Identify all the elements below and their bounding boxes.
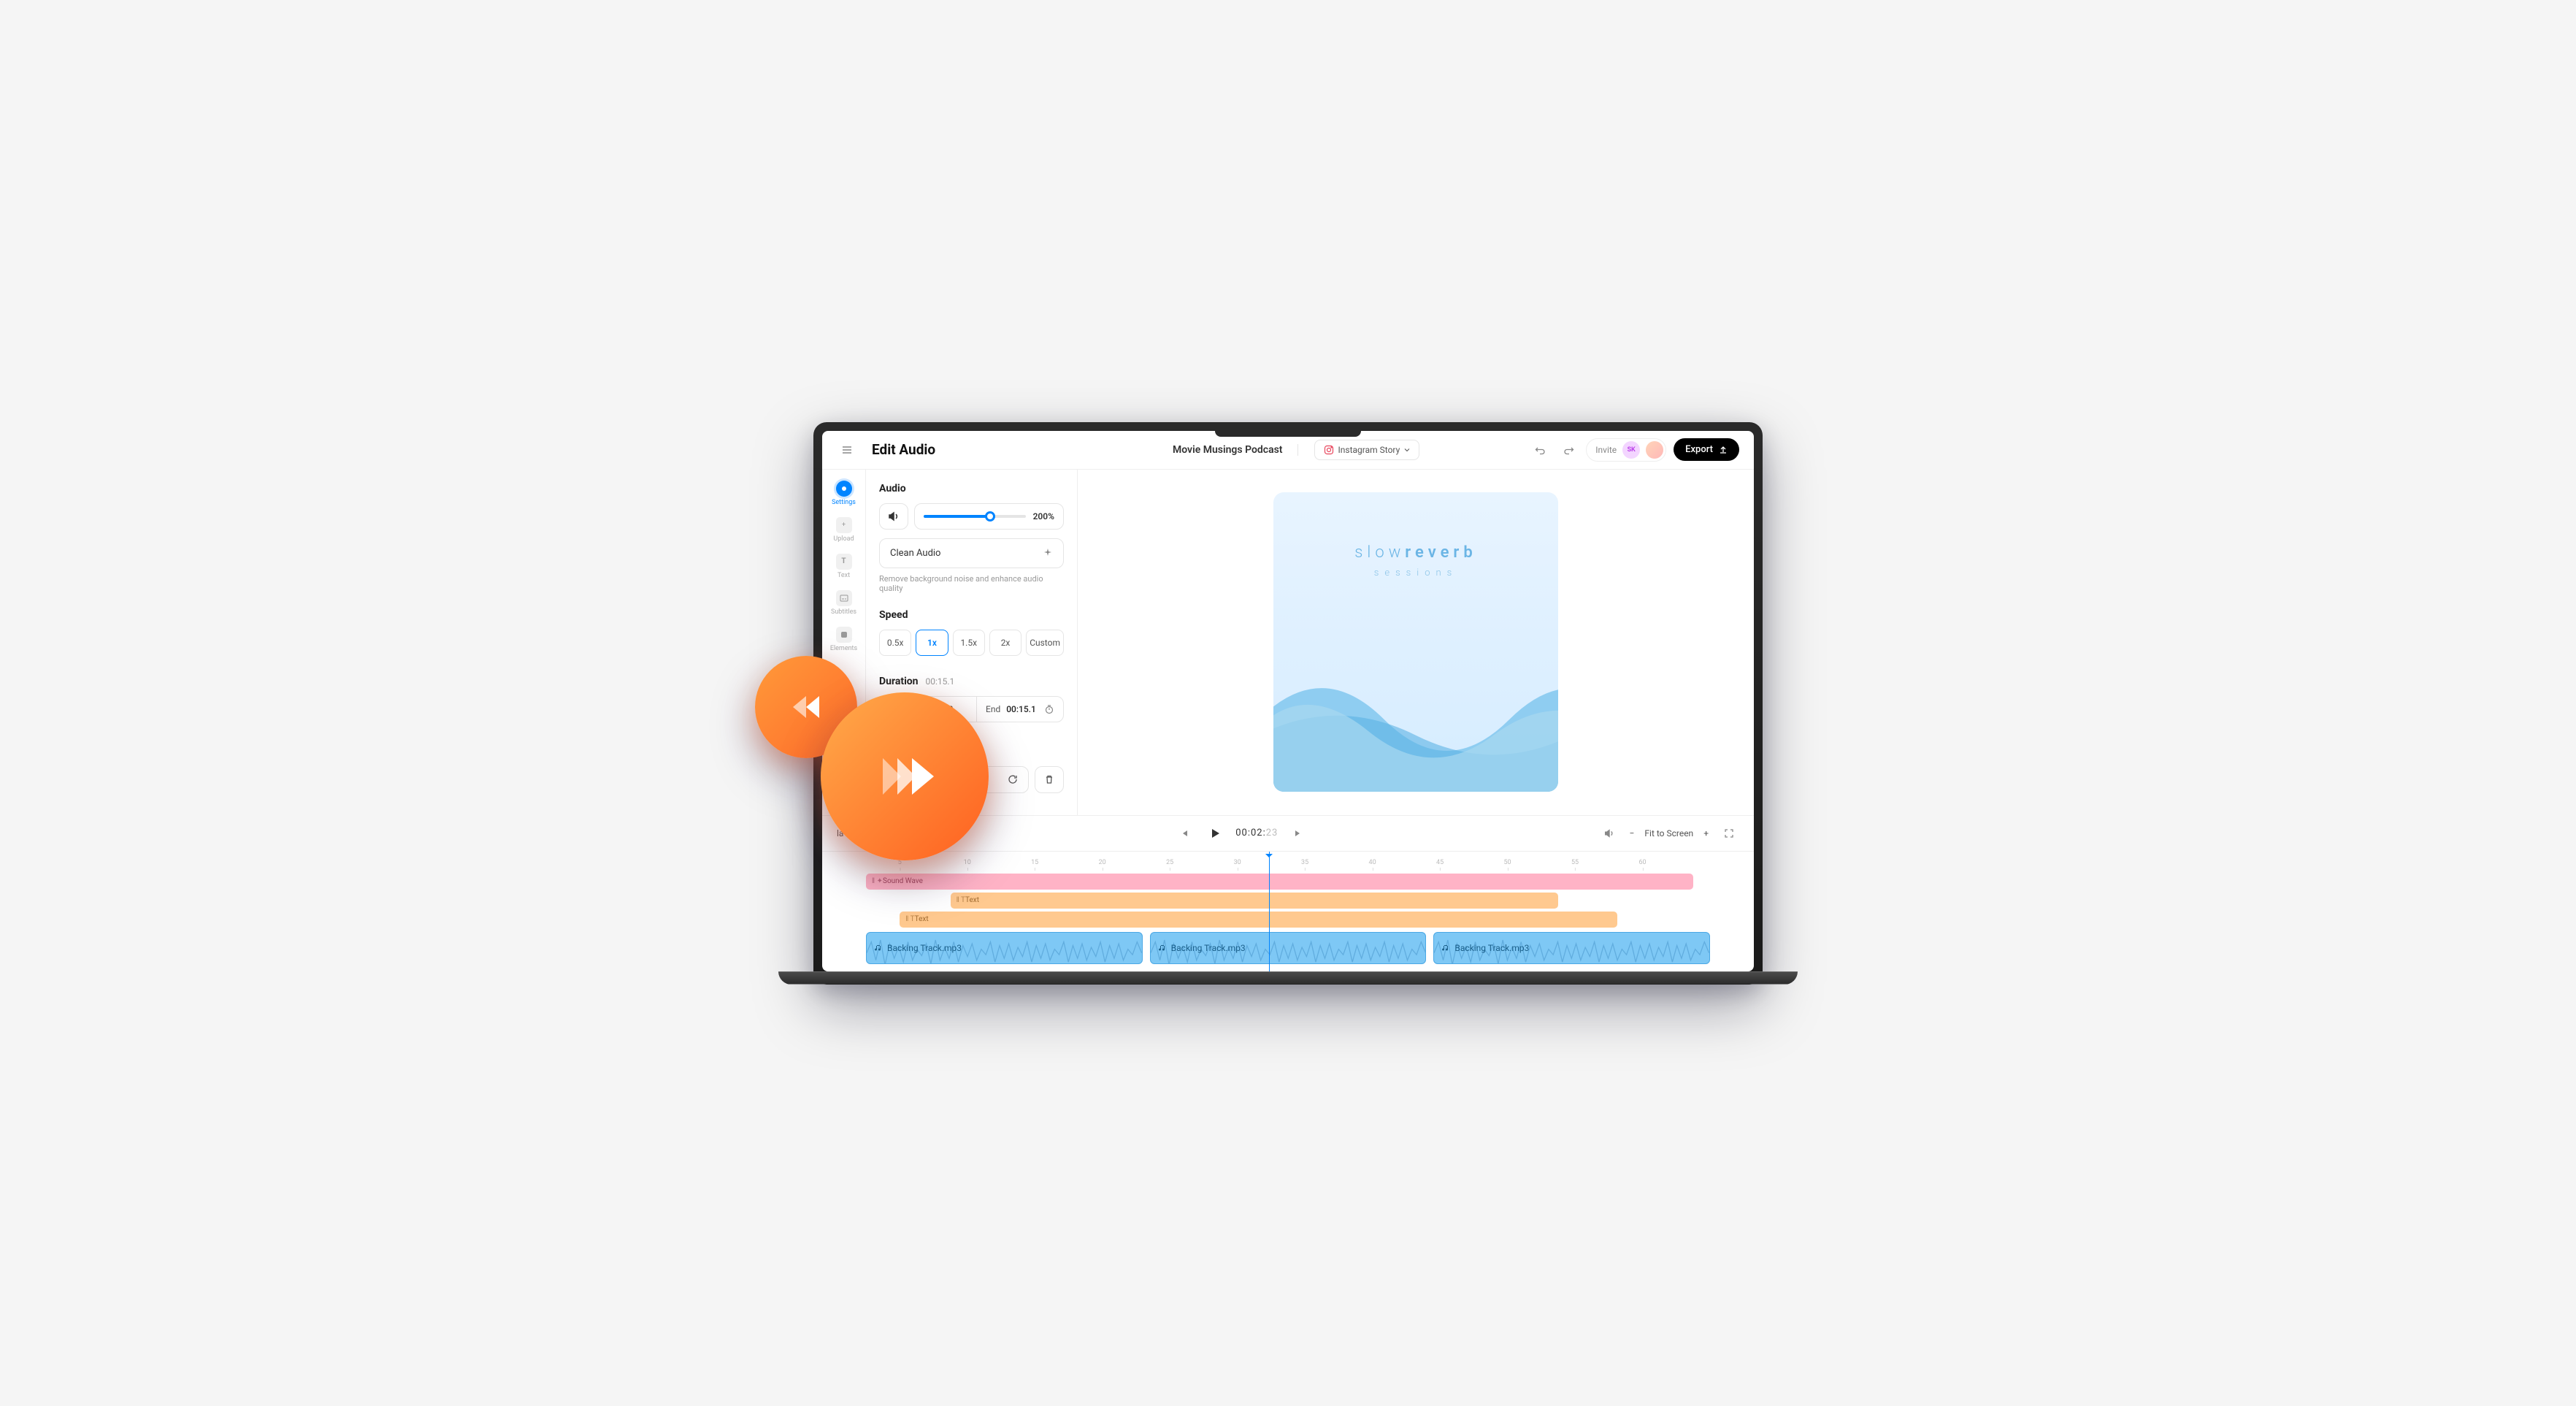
stopwatch-icon — [1044, 704, 1054, 714]
audio-track-3[interactable]: Backing Track.mp3 — [1433, 932, 1710, 964]
track-label: Text — [915, 915, 929, 923]
format-selector[interactable]: Instagram Story — [1314, 440, 1420, 460]
plus-icon: + — [836, 517, 852, 533]
audio-track-label: Backing Track.mp3 — [1454, 943, 1529, 953]
skip-back-button[interactable] — [1174, 823, 1195, 844]
audio-track-2[interactable]: Backing Track.mp3 — [1150, 932, 1427, 964]
speed-options: 0.5x 1x 1.5x 2x Custom — [879, 630, 1064, 656]
playhead[interactable] — [1269, 852, 1270, 971]
rail-upload[interactable]: + Upload — [827, 513, 862, 546]
avatar-initial: SK — [1622, 441, 1640, 459]
speed-section-label: Speed — [879, 609, 1064, 621]
clean-audio-label: Clean Audio — [890, 548, 940, 559]
rail-label: Settings — [832, 499, 856, 506]
project-name[interactable]: Movie Musings Podcast — [1173, 444, 1298, 456]
canvas-area[interactable]: slowreverb sessions — [1078, 470, 1754, 815]
wave-graphic — [1273, 578, 1558, 792]
delete-button[interactable] — [1035, 766, 1064, 793]
speaker-icon — [887, 510, 900, 523]
end-value: 00:15.1 — [1006, 704, 1036, 714]
audio-track-label: Backing Track.mp3 — [887, 943, 962, 953]
preview-canvas[interactable]: slowreverb sessions — [1273, 492, 1558, 792]
music-note-icon — [1441, 944, 1450, 952]
chevron-down-icon — [1404, 447, 1410, 453]
fit-label[interactable]: Fit to Screen — [1644, 828, 1693, 838]
instagram-icon — [1324, 445, 1334, 455]
slider-track[interactable] — [924, 515, 1026, 518]
audio-section-label: Audio — [879, 483, 1064, 494]
audio-track-1[interactable]: Backing Track.mp3 — [866, 932, 1143, 964]
clean-audio-desc: Remove background noise and enhance audi… — [879, 574, 1064, 593]
track-text-2[interactable]: ‖ T Text — [900, 912, 1617, 928]
track-text-1[interactable]: ‖ T Text — [951, 893, 1558, 909]
music-note-icon — [1158, 944, 1167, 952]
skip-forward-button[interactable] — [1288, 823, 1308, 844]
trash-icon — [1044, 774, 1054, 784]
duration-label: Duration — [879, 676, 919, 687]
rail-settings[interactable]: Settings — [827, 477, 862, 510]
upload-icon — [1719, 446, 1728, 454]
redo-button[interactable] — [1558, 440, 1579, 460]
zoom-out-button[interactable]: − — [1630, 828, 1635, 838]
sparkle-icon — [1043, 548, 1053, 558]
timeline-volume-button[interactable] — [1599, 823, 1619, 844]
speed-0-5x[interactable]: 0.5x — [879, 630, 911, 656]
rail-text[interactable]: T Text — [827, 550, 862, 583]
end-label: End — [986, 704, 1000, 714]
volume-value: 200% — [1033, 511, 1054, 521]
time-display: 00:02:23 — [1235, 828, 1278, 838]
timeline[interactable]: 5 10 15 20 25 30 35 40 45 50 55 60 ‖ ✦ S… — [822, 851, 1754, 971]
invite-group[interactable]: Invite SK — [1586, 438, 1666, 462]
rail-subtitles[interactable]: Subtitles — [827, 587, 862, 619]
rail-label: Elements — [830, 645, 857, 652]
speed-2x[interactable]: 2x — [989, 630, 1021, 656]
duration-value: 00:15.1 — [926, 676, 955, 687]
volume-icon-box[interactable] — [879, 503, 908, 530]
rail-elements[interactable]: Elements — [827, 623, 862, 656]
target-icon — [836, 481, 852, 497]
avatar-photo — [1646, 441, 1663, 459]
export-label: Export — [1685, 444, 1713, 455]
rail-label: Text — [837, 572, 850, 579]
speed-1x[interactable]: 1x — [916, 630, 948, 656]
text-icon: T — [836, 554, 852, 570]
zoom-in-button[interactable]: + — [1703, 828, 1709, 838]
format-label: Instagram Story — [1338, 445, 1400, 455]
clean-audio-button[interactable]: Clean Audio — [879, 538, 1064, 568]
preview-subtitle: sessions — [1374, 568, 1457, 578]
undo-button[interactable] — [1530, 440, 1551, 460]
rewind-icon — [784, 685, 828, 729]
speed-custom[interactable]: Custom — [1026, 630, 1064, 656]
fastforward-badge — [821, 692, 989, 860]
track-soundwave[interactable]: ‖ ✦ Sound Wave — [866, 874, 1693, 890]
audio-track-label: Backing Track.mp3 — [1171, 943, 1246, 953]
music-note-icon — [874, 944, 883, 952]
track-label: Sound Wave — [883, 877, 923, 885]
timeline-ruler: 5 10 15 20 25 30 35 40 45 50 55 60 — [866, 859, 1710, 874]
track-label: Text — [965, 896, 979, 904]
slider-thumb[interactable] — [985, 511, 995, 521]
fast-forward-icon — [865, 736, 945, 817]
fullscreen-button[interactable] — [1719, 823, 1739, 844]
rail-label: Subtitles — [831, 608, 856, 616]
export-button[interactable]: Export — [1674, 438, 1739, 461]
preview-title: slowreverb — [1354, 543, 1476, 562]
end-input[interactable]: End 00:15.1 — [977, 697, 1063, 722]
elements-icon — [836, 627, 852, 643]
speed-1-5x[interactable]: 1.5x — [953, 630, 985, 656]
subtitles-icon — [836, 590, 852, 606]
hamburger-menu[interactable] — [837, 440, 857, 460]
volume-slider[interactable]: 200% — [914, 503, 1064, 530]
refresh-icon — [1008, 774, 1018, 784]
rail-label: Upload — [833, 535, 854, 543]
page-title: Edit Audio — [872, 441, 1062, 458]
invite-label: Invite — [1595, 445, 1617, 455]
play-button[interactable] — [1205, 823, 1225, 844]
